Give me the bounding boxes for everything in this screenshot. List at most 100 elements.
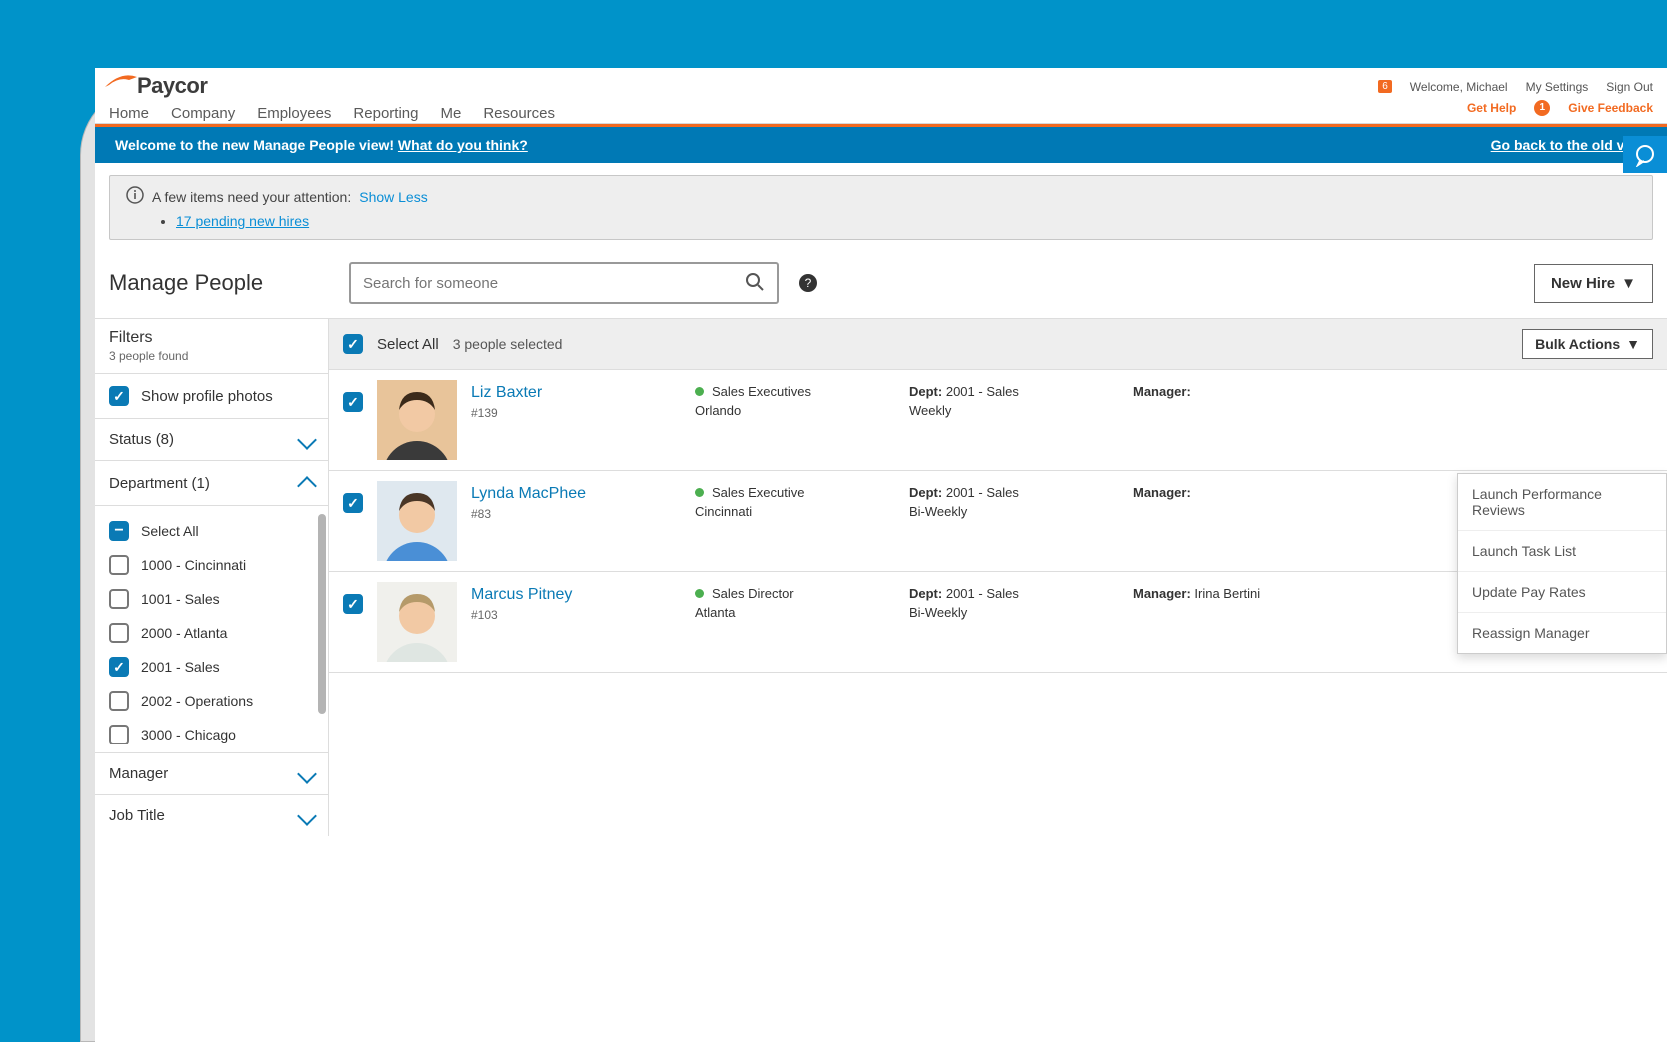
sign-out-link[interactable]: Sign Out	[1606, 80, 1653, 94]
bulk-menu-item[interactable]: Reassign Manager	[1458, 613, 1666, 653]
give-feedback-link[interactable]: Give Feedback	[1568, 101, 1653, 115]
bulk-menu-item[interactable]: Launch Performance Reviews	[1458, 474, 1666, 531]
alert-item-link[interactable]: 17 pending new hires	[176, 213, 309, 229]
person-name-link[interactable]: Lynda MacPhee	[471, 485, 681, 503]
search-icon	[745, 272, 765, 295]
caret-down-icon: ▼	[1621, 275, 1636, 292]
alert-toggle-link[interactable]: Show Less	[359, 189, 427, 205]
person-frequency: Bi-Weekly	[909, 605, 1119, 620]
dept-item[interactable]: 2001 - Sales	[109, 650, 314, 684]
page-bar: Manage People ? New Hire ▼	[95, 252, 1667, 318]
filters-sidebar: Filters 3 people found Show profile phot…	[95, 319, 329, 836]
filter-manager[interactable]: Manager	[95, 753, 328, 795]
get-help-link[interactable]: Get Help	[1467, 101, 1516, 115]
filter-jobtitle-label: Job Title	[109, 807, 165, 824]
person-dept: 2001 - Sales	[946, 586, 1019, 601]
dept-prefix: Dept:	[909, 384, 946, 399]
show-photos-checkbox[interactable]	[109, 386, 129, 406]
chat-button[interactable]	[1623, 136, 1667, 173]
notification-badge[interactable]: 6	[1378, 80, 1392, 93]
dept-checkbox[interactable]	[109, 691, 129, 711]
person-checkbox[interactable]	[343, 392, 363, 412]
avatar	[377, 582, 457, 662]
logo-text: Paycor	[137, 73, 207, 99]
dept-item[interactable]: 2000 - Atlanta	[109, 616, 314, 650]
dept-label: 1001 - Sales	[141, 591, 220, 607]
bulk-menu-item[interactable]: Update Pay Rates	[1458, 572, 1666, 613]
selected-count: 3 people selected	[453, 336, 563, 352]
nav-resources[interactable]: Resources	[483, 105, 555, 122]
nav-reporting[interactable]: Reporting	[353, 105, 418, 122]
bulk-actions-button[interactable]: Bulk Actions ▼	[1522, 329, 1653, 359]
chevron-down-icon	[297, 764, 317, 784]
dept-item[interactable]: 3000 - Chicago	[109, 718, 314, 744]
nav-company[interactable]: Company	[171, 105, 235, 122]
filter-status-label: Status (8)	[109, 431, 174, 448]
select-all-label: Select All	[377, 336, 439, 353]
person-checkbox[interactable]	[343, 493, 363, 513]
bulk-actions-label: Bulk Actions	[1535, 336, 1620, 352]
person-id: #83	[471, 507, 681, 521]
dept-item[interactable]: 1001 - Sales	[109, 582, 314, 616]
select-all-checkbox[interactable]	[343, 334, 363, 354]
person-id: #139	[471, 406, 681, 420]
filter-jobtitle[interactable]: Job Title	[95, 795, 328, 836]
my-settings-link[interactable]: My Settings	[1526, 80, 1589, 94]
status-dot-icon	[695, 589, 704, 598]
show-photos-row[interactable]: Show profile photos	[95, 374, 328, 419]
filter-status[interactable]: Status (8)	[95, 419, 328, 461]
person-checkbox[interactable]	[343, 594, 363, 614]
dept-label: 2000 - Atlanta	[141, 625, 227, 641]
filters-count: 3 people found	[109, 349, 314, 363]
logo: Paycor	[109, 73, 555, 99]
bulk-menu-item[interactable]: Launch Task List	[1458, 531, 1666, 572]
nav-home[interactable]: Home	[109, 105, 149, 122]
search-box[interactable]	[349, 262, 779, 304]
app-screen: Paycor Home Company Employees Reporting Me Re…	[95, 68, 1667, 1042]
person-city: Orlando	[695, 403, 895, 418]
page-title: Manage People	[109, 270, 329, 296]
help-icon[interactable]: ?	[799, 274, 817, 292]
nav-employees[interactable]: Employees	[257, 105, 331, 122]
person-frequency: Weekly	[909, 403, 1119, 418]
mgr-prefix: Manager:	[1133, 586, 1194, 601]
person-name-link[interactable]: Marcus Pitney	[471, 586, 681, 604]
person-role: Sales Executive	[712, 485, 805, 500]
person-frequency: Bi-Weekly	[909, 504, 1119, 519]
person-city: Atlanta	[695, 605, 895, 620]
filter-department[interactable]: Department (1)	[95, 461, 328, 506]
person-row: Liz Baxter #139 Sales Executives Orlando…	[329, 370, 1667, 471]
brand-block: Paycor Home Company Employees Reporting Me Re…	[109, 73, 555, 122]
avatar	[377, 380, 457, 460]
person-dept: 2001 - Sales	[946, 485, 1019, 500]
department-list: Select All 1000 - Cincinnati 1001 - Sales…	[95, 506, 328, 753]
dept-item[interactable]: 1000 - Cincinnati	[109, 548, 314, 582]
nav-me[interactable]: Me	[440, 105, 461, 122]
dept-checkbox[interactable]	[109, 555, 129, 575]
filters-header: Filters 3 people found	[95, 319, 328, 374]
dept-checkbox[interactable]	[109, 589, 129, 609]
dept-checkbox[interactable]	[109, 623, 129, 643]
banner-feedback-link[interactable]: What do you think?	[398, 137, 528, 153]
scrollbar-thumb[interactable]	[318, 514, 326, 714]
main-nav: Home Company Employees Reporting Me Resources	[109, 105, 555, 122]
alert-list: 17 pending new hires	[176, 213, 1636, 229]
new-hire-button[interactable]: New Hire ▼	[1534, 264, 1653, 303]
person-manager: Irina Bertini	[1194, 586, 1260, 601]
header-right: 6 Welcome, Michael My Settings Sign Out …	[1378, 80, 1653, 116]
person-city: Cincinnati	[695, 504, 895, 519]
chevron-down-icon	[297, 806, 317, 826]
dept-select-all[interactable]: Select All	[109, 514, 314, 548]
dept-item[interactable]: 2002 - Operations	[109, 684, 314, 718]
bulk-actions-menu: Launch Performance ReviewsLaunch Task Li…	[1457, 473, 1667, 654]
search-input[interactable]	[363, 275, 745, 292]
person-role: Sales Executives	[712, 384, 811, 399]
dept-checkbox[interactable]	[109, 725, 129, 744]
dept-checkbox[interactable]	[109, 657, 129, 677]
filter-manager-label: Manager	[109, 765, 168, 782]
dept-label: 1000 - Cincinnati	[141, 557, 246, 573]
person-name-link[interactable]: Liz Baxter	[471, 384, 681, 402]
welcome-text: Welcome, Michael	[1410, 80, 1508, 94]
dept-select-all-checkbox[interactable]	[109, 521, 129, 541]
alert-text: A few items need your attention:	[152, 189, 351, 205]
